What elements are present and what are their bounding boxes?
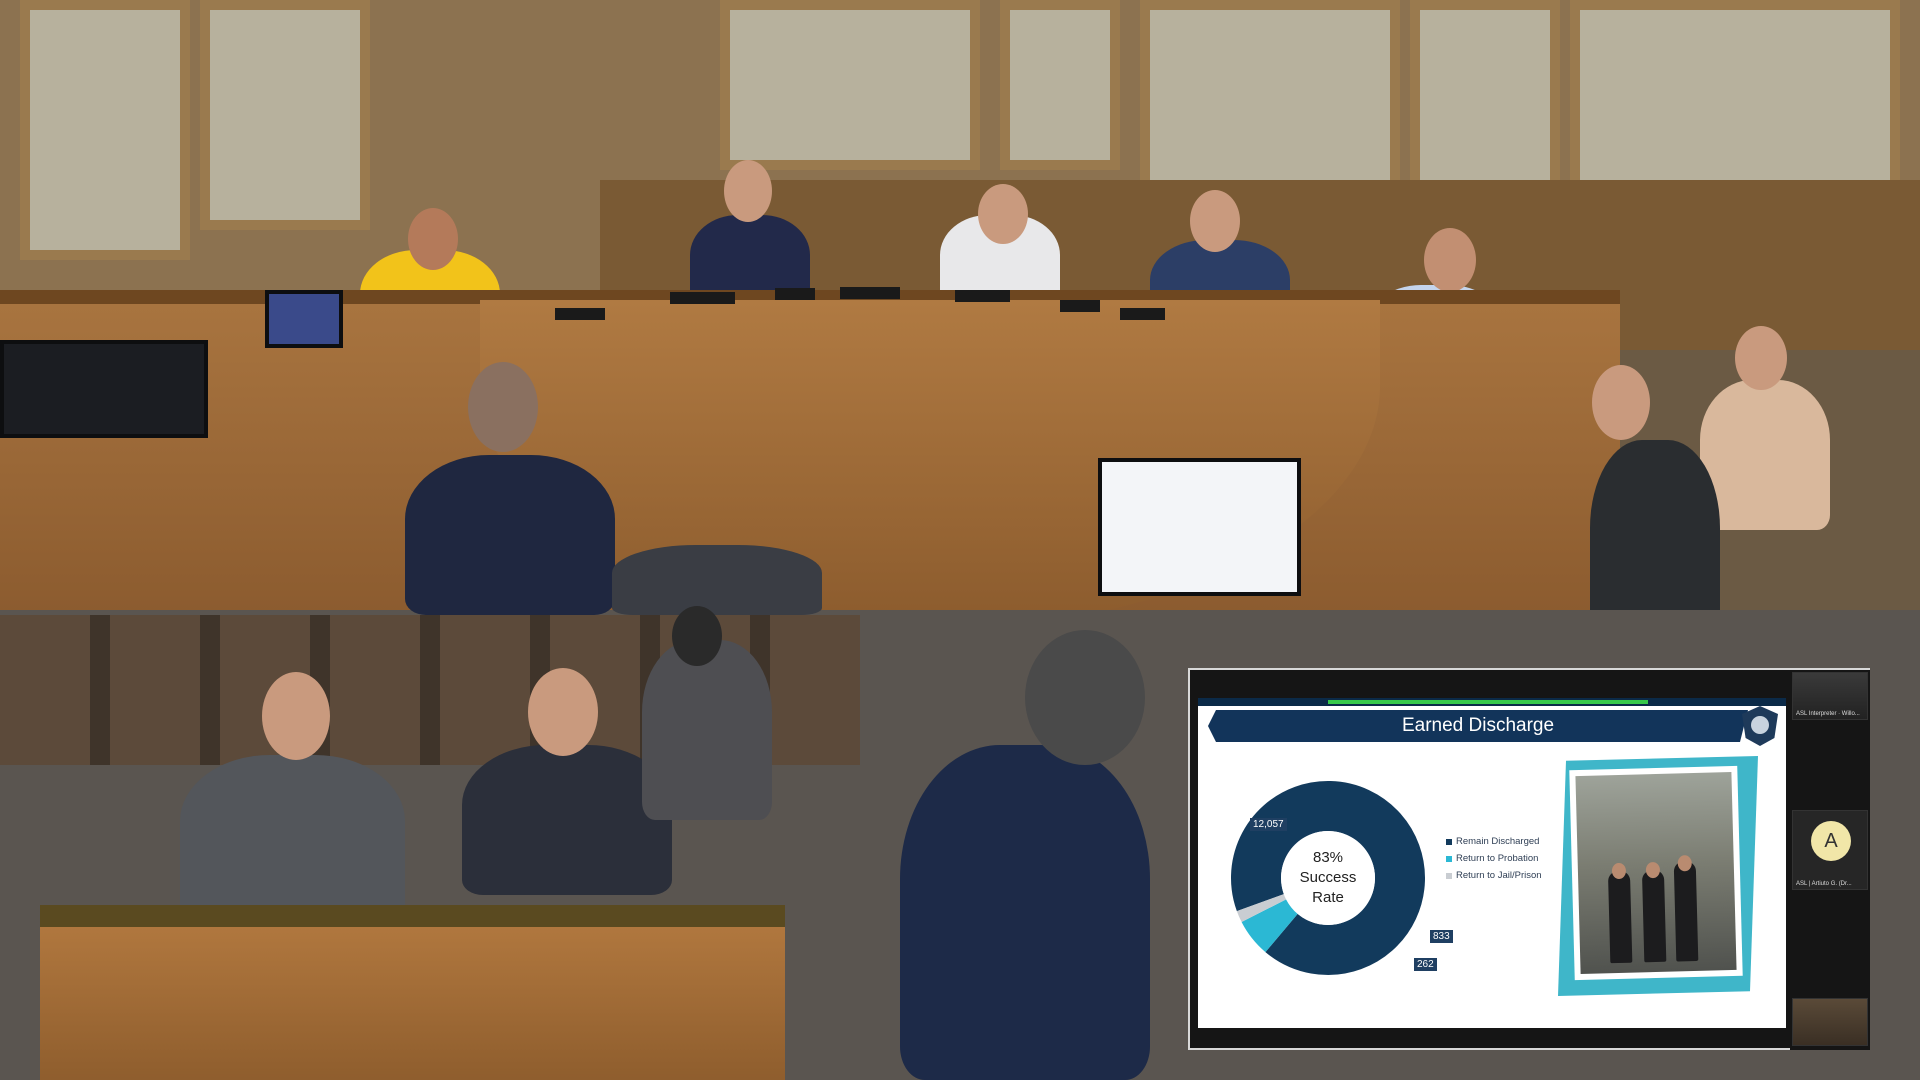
data-label-jail: 262 xyxy=(1414,958,1437,971)
seated-attendee xyxy=(180,755,405,920)
attendee xyxy=(612,545,822,615)
presenter-head xyxy=(1592,365,1650,440)
donut-chart: 83% Success Rate xyxy=(1228,778,1428,978)
public-comment-desk xyxy=(40,905,785,1080)
nameplate xyxy=(775,288,815,300)
podium-monitor xyxy=(1098,458,1301,596)
nameplate xyxy=(1120,308,1165,320)
slide-header-banner: Earned Discharge xyxy=(1208,710,1748,742)
photo-border xyxy=(1569,765,1743,981)
participant-name: ASL | Artiuto G. (Dr... xyxy=(1796,881,1852,887)
nameplate xyxy=(840,287,900,299)
wall-panel xyxy=(720,0,980,170)
screen-share-panel: Earned Discharge 83% Success Rate 12,057… xyxy=(1188,668,1870,1050)
participant-strip: ASL Interpreter · Willo... A ASL | Artiu… xyxy=(1790,670,1870,1050)
participant-name: ASL Interpreter · Willo... xyxy=(1796,711,1860,717)
chart-legend: Remain Discharged Return to Probation Re… xyxy=(1446,836,1542,887)
legend-item: Return to Probation xyxy=(1446,853,1542,864)
council-member-head xyxy=(1735,326,1787,390)
success-percent: 83% xyxy=(1312,849,1344,866)
presentation-slide: Earned Discharge 83% Success Rate 12,057… xyxy=(1198,698,1786,1028)
department-badge-icon xyxy=(1742,706,1778,746)
wall-panel xyxy=(200,0,370,230)
attendee-head xyxy=(262,672,330,760)
nameplate xyxy=(955,290,1010,302)
attendee-head xyxy=(672,606,722,666)
desk-monitor xyxy=(265,290,343,348)
photo-person xyxy=(1607,870,1633,964)
slide-title: Earned Discharge xyxy=(1401,715,1555,736)
council-member-head xyxy=(978,184,1028,244)
wall-panel xyxy=(1000,0,1120,170)
nameplate xyxy=(1060,300,1100,312)
council-member-head xyxy=(724,160,772,222)
council-member-head xyxy=(1424,228,1476,292)
speaker-head xyxy=(468,362,538,452)
photo-person xyxy=(1673,860,1699,962)
slide-progress-bar xyxy=(1328,700,1648,704)
wall-panel xyxy=(1410,0,1560,190)
legend-item: Remain Discharged xyxy=(1446,836,1542,847)
success-line2: Rate xyxy=(1312,889,1344,906)
wall-panel xyxy=(1140,0,1400,190)
legend-swatch xyxy=(1446,855,1452,862)
attendee-head xyxy=(528,668,598,756)
staff-photo xyxy=(1575,771,1737,975)
legend-label: Remain Discharged xyxy=(1456,836,1540,847)
legend-label: Return to Jail/Prison xyxy=(1456,870,1542,881)
seated-attendee xyxy=(642,640,772,820)
legend-item: Return to Jail/Prison xyxy=(1446,870,1542,881)
photo-frame xyxy=(1558,756,1758,996)
council-member-head xyxy=(1190,190,1240,252)
legend-swatch xyxy=(1446,872,1452,879)
photo-person xyxy=(1641,869,1667,963)
participant-tile-avatar[interactable]: A ASL | Artiuto G. (Dr... xyxy=(1792,810,1868,890)
speaker-at-podium xyxy=(405,455,615,615)
data-label-remain: 12,057 xyxy=(1250,818,1287,831)
speaker-back xyxy=(900,745,1150,1080)
legend-swatch xyxy=(1446,838,1452,845)
participant-tile-room[interactable] xyxy=(1792,998,1868,1046)
speaker-head-back xyxy=(1025,630,1145,765)
legend-label: Return to Probation xyxy=(1456,853,1539,864)
council-member xyxy=(1700,380,1830,530)
avatar: A xyxy=(1811,821,1851,861)
seated-attendee xyxy=(462,745,672,895)
participant-tile-interpreter[interactable]: ASL Interpreter · Willo... xyxy=(1792,672,1868,720)
nameplate xyxy=(670,292,735,304)
data-label-probation: 833 xyxy=(1430,930,1453,943)
wall-panel xyxy=(20,0,190,260)
council-member-head xyxy=(408,208,458,270)
badge-seal xyxy=(1751,716,1769,734)
desk-monitor xyxy=(0,340,208,438)
success-line1: Success xyxy=(1299,869,1357,886)
nameplate xyxy=(555,308,605,320)
donut-center-label: 83% Success Rate xyxy=(1228,778,1428,978)
